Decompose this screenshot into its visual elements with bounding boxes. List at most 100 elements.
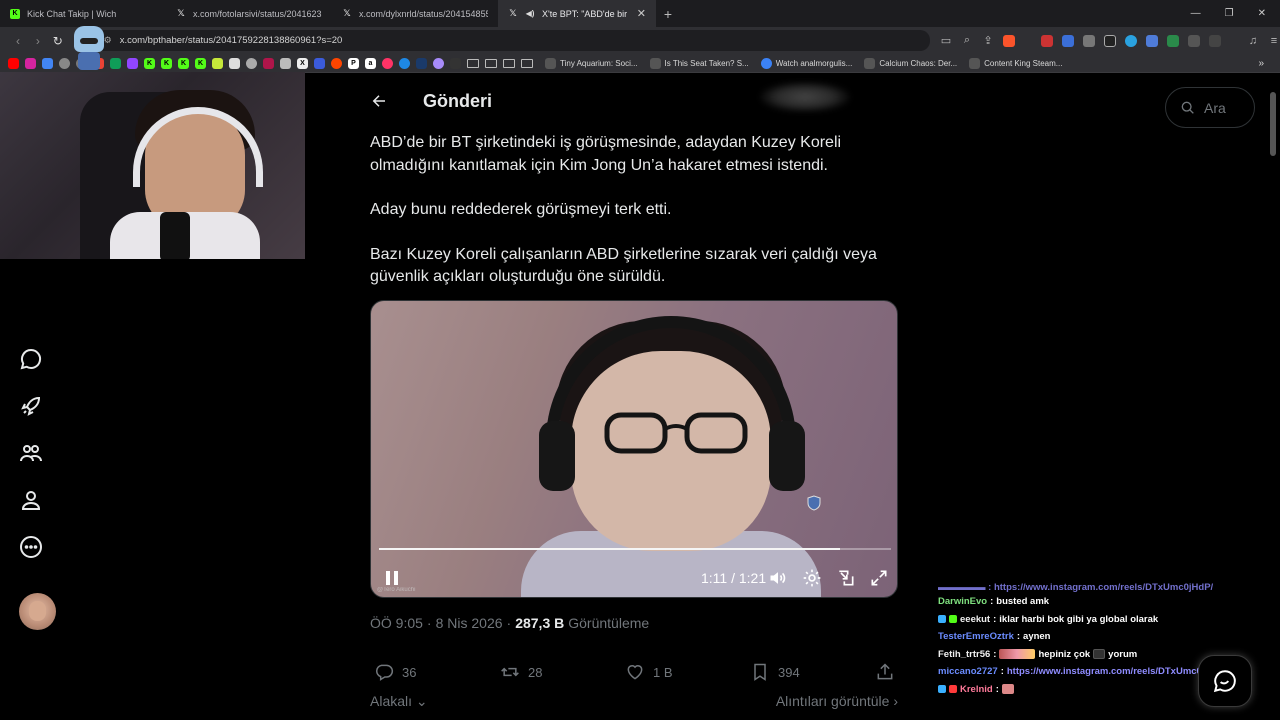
bookmark-item[interactable]: Content King Steam... [969,57,1062,69]
webcam-overlay [0,72,305,259]
bookmark-icon[interactable] [416,57,427,69]
bookmark-icon[interactable] [59,57,70,69]
search-input[interactable]: Ara [1165,87,1255,128]
minimize-button[interactable]: — [1191,8,1201,19]
extension-icon[interactable] [1082,34,1095,47]
forward-nav-icon[interactable]: › [28,34,48,48]
extension-icon[interactable] [1145,34,1158,47]
extension-icon[interactable] [1040,34,1053,47]
bookmark-item[interactable]: Calcium Chaos: Der... [864,57,957,69]
folder-icon[interactable] [467,58,479,68]
bookmark-icon[interactable] [263,57,274,69]
bookmark-icon[interactable] [433,57,444,69]
chat-link[interactable]: https://www.instagram.com/reels/DTxUmc0j… [1007,666,1226,677]
video-player[interactable]: @Tero Aikuchi 1:11 / 1:21 [370,300,898,598]
kick-icon[interactable]: K [195,57,206,69]
bookmark-item[interactable]: Is This Seat Taken? S... [649,57,749,69]
settings-icon[interactable] [802,568,822,588]
browser-tab-active[interactable]: 𝕏 ◀) X'te BPT: "ABD'de bir BT şirke ✕ [498,0,656,27]
video-progress-bar[interactable] [379,548,891,550]
share-icon[interactable]: ⇪ [982,34,994,47]
page-scrollbar[interactable] [1270,92,1276,156]
view-quotes-link[interactable]: Alıntıları görüntüle › [776,693,898,709]
rocket-icon[interactable] [18,393,44,419]
profile-icon[interactable] [18,487,44,513]
video-earcup [769,421,805,491]
back-nav-icon[interactable]: ‹ [8,34,28,48]
bookmark-icon[interactable]: P [348,57,359,69]
menu-icon[interactable]: ≡ [1268,35,1280,47]
kick-icon[interactable]: K [178,57,189,69]
speaker-icon[interactable]: ◀) [525,9,535,19]
tweet-actions: 36 28 1 B 394 [370,662,900,684]
repost-button[interactable]: 28 [500,662,542,682]
related-dropdown[interactable]: Alakalı ⌄ [370,693,428,710]
chat-username: DarwinEvo [938,596,988,608]
messages-icon[interactable] [18,346,44,372]
brave-shield-icon[interactable] [1002,34,1015,47]
extension-icon[interactable] [1166,34,1179,47]
maximize-button[interactable]: ❐ [1225,8,1234,19]
url-field[interactable]: ⚙ x.com/bpthaber/status/2041759228138860… [93,30,930,51]
share-button[interactable] [875,662,895,682]
media-icon[interactable]: ♫ [1247,35,1259,47]
close-tab-icon[interactable]: ✕ [637,7,646,20]
volume-icon[interactable] [768,568,788,588]
folder-icon[interactable] [485,58,497,68]
tweet-time[interactable]: ÖÖ 9:05 [370,615,423,631]
shield-icon [807,495,821,511]
back-button[interactable] [355,77,403,125]
x-logo-icon[interactable]: X [297,57,308,69]
cast-icon[interactable]: ▭ [940,34,952,47]
bookmark-icon[interactable] [42,57,53,69]
extension-icon[interactable] [1187,34,1200,47]
bookmark-icon[interactable] [246,57,257,69]
bookmark-item[interactable]: Tiny Aquarium: Soci... [545,57,638,69]
pause-button[interactable] [383,567,403,589]
bookmark-icon[interactable] [280,57,291,69]
extension-icon[interactable] [1208,34,1221,47]
account-avatar[interactable] [19,593,56,630]
folder-icon[interactable] [521,58,533,68]
bookmark-icon[interactable] [314,57,325,69]
youtube-icon[interactable] [8,57,19,69]
bookmark-icon[interactable] [399,57,410,69]
communities-icon[interactable] [18,440,44,466]
grok-chat-button[interactable] [1198,655,1252,707]
bookmark-icon[interactable] [450,57,461,69]
extension-icon[interactable] [1124,34,1137,47]
browser-tab[interactable]: 𝕏 x.com/fotolarsivi/status/2041623958 [166,0,332,27]
instagram-icon[interactable] [25,57,36,69]
extension-icon[interactable] [1061,34,1074,47]
reddit-icon[interactable] [331,57,342,69]
tweet-paragraph: ABD’de bir BT şirketindeki iş görüşmesin… [370,134,842,174]
more-icon[interactable] [18,534,44,560]
bookmark-icon[interactable] [212,57,223,69]
amazon-icon[interactable]: a [365,57,376,69]
like-count: 1 B [653,664,673,680]
extension-icon[interactable] [1103,34,1116,47]
twitch-icon[interactable] [127,57,138,69]
dock-icon[interactable] [836,568,856,588]
like-button[interactable]: 1 B [625,662,673,682]
bookmark-button[interactable]: 394 [750,662,800,682]
bookmark-icon[interactable] [229,57,240,69]
browser-tab[interactable]: K Kick Chat Takip | Wich [0,0,166,27]
chat-separator: : [993,613,997,625]
zoom-icon[interactable]: ⌕ [961,34,973,47]
share-icon [877,663,893,680]
browser-tab[interactable]: 𝕏 x.com/dylxnrld/status/204154855638 [332,0,498,27]
drive-icon[interactable] [110,57,121,69]
reload-icon[interactable]: ↻ [48,34,68,48]
tweet-date[interactable]: 8 Nis 2026 [436,615,503,631]
kick-icon[interactable]: K [161,57,172,69]
bookmark-icon[interactable] [382,57,393,69]
bookmark-item[interactable]: Watch analmorgulis... [760,57,852,69]
fullscreen-icon[interactable] [869,568,889,588]
close-window-button[interactable]: ✕ [1258,8,1266,19]
more-bookmarks-icon[interactable]: » [1258,58,1280,69]
new-tab-button[interactable]: + [656,6,680,22]
folder-icon[interactable] [503,58,515,68]
kick-icon[interactable]: K [144,57,155,69]
reply-button[interactable]: 36 [374,662,416,682]
